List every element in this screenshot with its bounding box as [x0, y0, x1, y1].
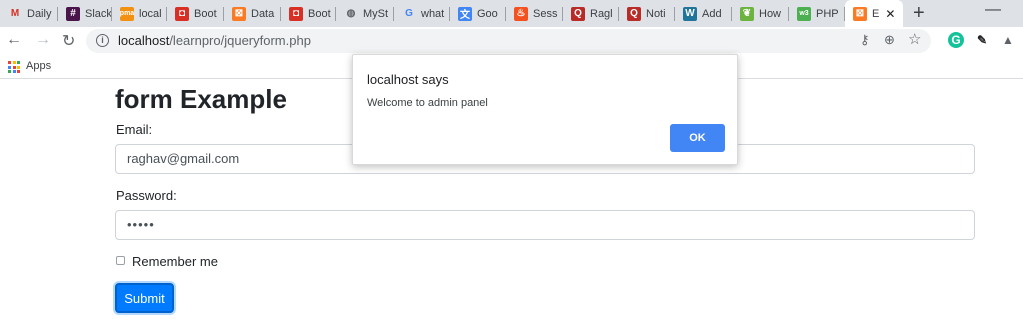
- quora-icon: Q: [571, 6, 585, 21]
- tab-label: Slack: [85, 7, 112, 20]
- new-tab-button[interactable]: +: [913, 2, 925, 25]
- tab-label: Noti: [646, 7, 666, 20]
- remember-checkbox[interactable]: [116, 256, 125, 265]
- browser-toolbar: ← → ↻ i localhost/learnpro/jqueryform.ph…: [0, 27, 1023, 55]
- wordpress-icon: W: [683, 6, 697, 21]
- forward-button[interactable]: →: [35, 31, 51, 49]
- browser-tab[interactable]: Gwhat: [394, 0, 450, 27]
- tab-label: Ragl: [590, 7, 613, 20]
- ok-button[interactable]: OK: [670, 124, 725, 152]
- browser-tab[interactable]: ◘ Boot: [281, 0, 336, 27]
- tab-label: PHP: [816, 7, 839, 20]
- apps-dot: [8, 65, 11, 69]
- close-tab-icon[interactable]: ✕: [885, 7, 895, 21]
- browser-tab[interactable]: w3 PHP: [789, 0, 845, 27]
- leaf-icon: ❦: [740, 6, 754, 21]
- w3schools-icon: w3: [797, 6, 811, 21]
- browser-tab[interactable]: M Daily: [0, 0, 58, 27]
- browser-tab[interactable]: ♨ Sess: [506, 0, 563, 27]
- apps-dot: [17, 70, 20, 73]
- tab-label: Daily: [27, 7, 52, 20]
- apps-dot: [17, 61, 20, 64]
- browser-tab[interactable]: 文 Goo: [450, 0, 506, 27]
- tab-strip: + — M Daily # Slack pma local ◘ Boot ⊠ Data ◘ Boot ◍…: [0, 0, 1023, 27]
- browser-tab[interactable]: pma local: [112, 0, 167, 27]
- url-text: localhost/learnpro/jqueryform.php: [118, 33, 311, 48]
- tab-label: Sess: [533, 7, 558, 20]
- apps-icon[interactable]: [8, 61, 20, 73]
- apps-dot: [12, 70, 16, 73]
- dialog-message: Welcome to admin panel: [367, 97, 488, 109]
- minimize-button[interactable]: —: [985, 1, 1001, 19]
- apps-dot: [17, 65, 20, 69]
- browser-tab[interactable]: Q Noti: [619, 0, 675, 27]
- browser-tab[interactable]: Q Ragl: [563, 0, 619, 27]
- google-translate-icon: 文: [458, 6, 472, 21]
- url-path: /learnpro/jqueryform.php: [169, 33, 311, 48]
- key-icon[interactable]: ⚷: [860, 32, 870, 48]
- reload-button[interactable]: ↻: [62, 31, 75, 51]
- password-label: Password:: [116, 188, 177, 203]
- browser-tab[interactable]: ◘ Boot: [167, 0, 224, 27]
- apps-dot: [8, 61, 11, 64]
- page-title: form Example: [115, 84, 287, 114]
- back-button[interactable]: ←: [6, 31, 22, 49]
- apps-bookmark[interactable]: Apps: [26, 60, 51, 72]
- url-host: localhost: [118, 33, 170, 48]
- globe-icon: ◍: [346, 8, 356, 19]
- browser-tab[interactable]: ⊠ E ✕: [845, 0, 903, 27]
- submit-button[interactable]: Submit: [115, 283, 174, 313]
- info-icon[interactable]: i: [96, 34, 109, 47]
- remember-label[interactable]: Remember me: [132, 254, 218, 269]
- star-icon[interactable]: ☆: [908, 30, 921, 48]
- tab-label: Data: [251, 7, 275, 20]
- browser-tab[interactable]: ⊠ Data: [224, 0, 281, 27]
- tab-label: Boot: [308, 7, 331, 20]
- bootstrap-icon: ◘: [289, 6, 303, 21]
- tab-label: Add: [702, 7, 722, 20]
- address-bar[interactable]: i localhost/learnpro/jqueryform.php ⚷ ⊕ …: [86, 29, 931, 53]
- tab-label: local: [139, 7, 162, 20]
- email-label: Email:: [116, 122, 153, 137]
- drive-icon[interactable]: ▲: [1000, 32, 1016, 48]
- tab-label: E: [872, 7, 880, 20]
- tab-label: what: [421, 7, 445, 20]
- apps-dot: [12, 61, 16, 64]
- pen-icon[interactable]: ✎: [974, 32, 990, 48]
- dialog-title: localhost says: [367, 72, 449, 87]
- phpmyadmin-icon: pma: [120, 6, 134, 21]
- google-icon: G: [405, 8, 413, 19]
- tab-label: MySt: [363, 7, 389, 20]
- xampp-icon: ⊠: [232, 6, 246, 21]
- tab-label: Boot: [194, 7, 217, 20]
- grammarly-icon[interactable]: G: [948, 32, 964, 48]
- password-field[interactable]: •••••: [115, 210, 975, 240]
- bootstrap-icon: ◘: [175, 6, 189, 21]
- slack-icon: #: [66, 6, 80, 21]
- quora-icon: Q: [627, 6, 641, 21]
- browser-tab[interactable]: ◍ MySt: [336, 0, 394, 27]
- gmail-icon: M: [10, 8, 20, 19]
- apps-dot: [12, 65, 16, 69]
- alert-dialog: localhost says Welcome to admin panel OK: [352, 54, 738, 165]
- tab-label: How: [759, 7, 782, 20]
- browser-tab[interactable]: W Add: [675, 0, 732, 27]
- zoom-icon[interactable]: ⊕: [884, 32, 895, 48]
- xampp-icon: ⊠: [853, 6, 867, 21]
- browser-tab[interactable]: # Slack: [58, 0, 112, 27]
- apps-dot: [8, 70, 11, 73]
- browser-tab[interactable]: ❦ How: [732, 0, 789, 27]
- fire-icon: ♨: [514, 6, 528, 21]
- tab-label: Goo: [477, 7, 498, 20]
